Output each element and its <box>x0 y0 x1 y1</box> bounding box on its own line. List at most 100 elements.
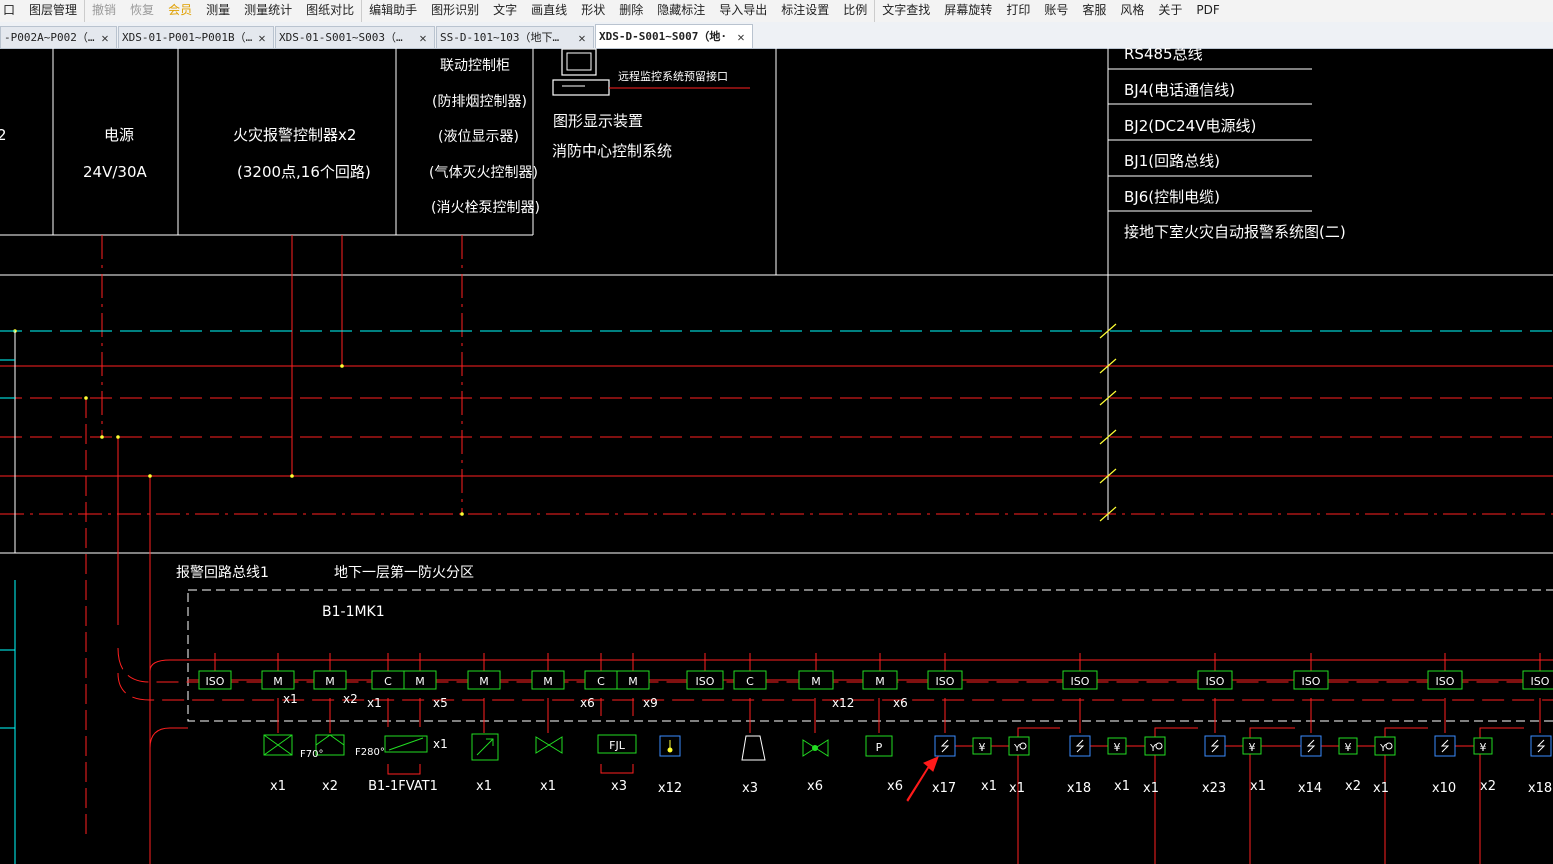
module-box: ISO <box>1197 670 1233 690</box>
device-count: x1 <box>476 779 492 794</box>
document-tab[interactable]: XDS-01-P001~P001B（… ✕ <box>118 26 274 48</box>
module-count: x9 <box>643 696 658 710</box>
device-count: x2 <box>322 779 338 794</box>
menu-item[interactable]: 口 <box>0 0 22 22</box>
device-count: x1 <box>540 779 556 794</box>
device-count: x1 <box>1373 781 1389 796</box>
menu-item[interactable]: 编辑助手 <box>361 0 424 22</box>
module-label: M <box>811 675 821 688</box>
menu-item[interactable]: 客服 <box>1075 0 1113 22</box>
menu-item[interactable]: 屏幕旋转 <box>937 0 999 22</box>
document-tab[interactable]: -P002A~P002（… ✕ <box>0 26 117 48</box>
device-count: x17 <box>932 781 956 796</box>
menu-item[interactable]: 画直线 <box>524 0 574 22</box>
menu-item[interactable]: 撤销 <box>84 0 123 22</box>
document-tab[interactable]: XDS-01-S001~S003（… ✕ <box>275 26 435 48</box>
close-tab-icon[interactable]: ✕ <box>734 26 748 48</box>
document-tab[interactable]: XDS-D-S001~S007（地· ✕ <box>595 24 753 48</box>
menu-item[interactable]: 账号 <box>1037 0 1075 22</box>
module-count: x5 <box>433 696 448 710</box>
module-count: x1 <box>283 692 298 706</box>
menu-item[interactable]: PDF <box>1189 0 1226 22</box>
smoke-detector-icon <box>1530 735 1552 757</box>
legend-item: BJ1(回路总线) <box>1124 152 1220 170</box>
module-box: C <box>371 670 405 690</box>
menu-item[interactable]: 恢复 <box>123 0 161 22</box>
module-box: C <box>733 670 767 690</box>
device-count: x1 <box>981 779 997 794</box>
graphic-display-label: 图形显示装置 <box>553 112 643 130</box>
menu-item[interactable]: 会员 <box>161 0 199 22</box>
menu-item[interactable]: 风格 <box>1113 0 1151 22</box>
menu-item[interactable]: 形状 <box>574 0 612 22</box>
close-tab-icon[interactable]: ✕ <box>98 27 112 49</box>
module-box: ISO <box>1293 670 1329 690</box>
close-tab-icon[interactable]: ✕ <box>416 27 430 49</box>
junction-dot <box>84 396 88 400</box>
manual-alarm-icon: Y <box>1008 736 1030 756</box>
phone-symbol: ¥ <box>1114 741 1121 754</box>
close-tab-icon[interactable]: ✕ <box>255 27 269 49</box>
module-label: M <box>273 675 283 688</box>
device-count: x23 <box>1202 781 1226 796</box>
phone-jack-icon: ¥ <box>972 737 992 755</box>
power-spec: 24V/30A <box>83 163 147 181</box>
module-label: M <box>415 675 425 688</box>
linkage-item: (消火栓泵控制器) <box>431 200 540 216</box>
menu-item[interactable]: 关于 <box>1151 0 1189 22</box>
menu-item[interactable]: 图纸对比 <box>299 0 361 22</box>
tab-label: XDS-D-S001~S007（地· <box>599 29 727 43</box>
menu-item[interactable]: 文字查找 <box>874 0 937 22</box>
phone-jack-icon: ¥ <box>1473 737 1493 755</box>
document-tab[interactable]: SS-D-101~103（地下… ✕ <box>436 26 594 48</box>
menu-item[interactable]: 打印 <box>999 0 1037 22</box>
device-temp-label: F70° <box>300 749 323 760</box>
cad-drawing-canvas[interactable]: ISO M M C M M M C M ISO C M M ISO ISO ISO ISO ISO ISO FJL P ¥… <box>0 48 1553 864</box>
junction-dot <box>340 364 344 368</box>
phone-symbol: ¥ <box>1249 741 1256 754</box>
phone-jack-icon: ¥ <box>1107 737 1127 755</box>
junction-dot <box>116 435 120 439</box>
alarm-controller-title: 火灾报警控制器x2 <box>233 126 356 144</box>
module-label: ISO <box>1531 675 1550 688</box>
device-count: B1-1FVAT1 <box>368 779 438 794</box>
module-box: M <box>862 670 898 690</box>
manual-alarm-icon: Y <box>1374 736 1396 756</box>
menu-item[interactable]: 标注设置 <box>774 0 836 22</box>
device-count: x2 <box>1480 779 1496 794</box>
module-box: ISO <box>1062 670 1098 690</box>
menu-item[interactable]: 隐藏标注 <box>650 0 712 22</box>
smoke-detector-icon <box>1300 735 1322 757</box>
temperature-detector-icon <box>659 735 681 757</box>
menu-item[interactable]: 文字 <box>486 0 524 22</box>
module-label: ISO <box>1206 675 1225 688</box>
smoke-vent-icon <box>471 733 499 761</box>
tab-label: XDS-01-P001~P001B（… <box>122 30 253 44</box>
menu-item[interactable]: 导入导出 <box>712 0 774 22</box>
tab-bar: -P002A~P002（… ✕ XDS-01-P001~P001B（… ✕ XDS-01… <box>0 22 1553 49</box>
module-layer: ISO M M C M M M C M ISO C M M ISO ISO ISO ISO ISO ISO FJL P ¥… <box>198 670 1553 796</box>
module-label: M <box>543 675 553 688</box>
module-label: C <box>746 675 754 688</box>
module-box: M <box>798 670 834 690</box>
close-tab-icon[interactable]: ✕ <box>575 27 589 49</box>
device-count: x18 <box>1528 781 1552 796</box>
menu-item[interactable]: 测量统计 <box>237 0 299 22</box>
menu-item[interactable]: 图层管理 <box>22 0 84 22</box>
menu-item[interactable]: 比例 <box>836 0 874 22</box>
legend-item: RS485总线 <box>1124 48 1203 63</box>
fire-zone-boundary <box>187 589 1553 722</box>
fire-control-system-label: 消防中心控制系统 <box>552 142 672 160</box>
menu-item[interactable]: 测量 <box>199 0 237 22</box>
zone-label: 地下一层第一防火分区 <box>334 564 474 581</box>
device-drop <box>387 764 421 775</box>
menu-item[interactable]: 图形识别 <box>424 0 486 22</box>
module-box: C <box>584 670 618 690</box>
junction-dot <box>290 474 294 478</box>
menu-item[interactable]: 删除 <box>612 0 650 22</box>
module-label: ISO <box>1302 675 1321 688</box>
module-label: M <box>325 675 335 688</box>
module-label: M <box>628 675 638 688</box>
junction-dot <box>148 474 152 478</box>
linkage-item: (气体灭火控制器) <box>429 165 538 181</box>
